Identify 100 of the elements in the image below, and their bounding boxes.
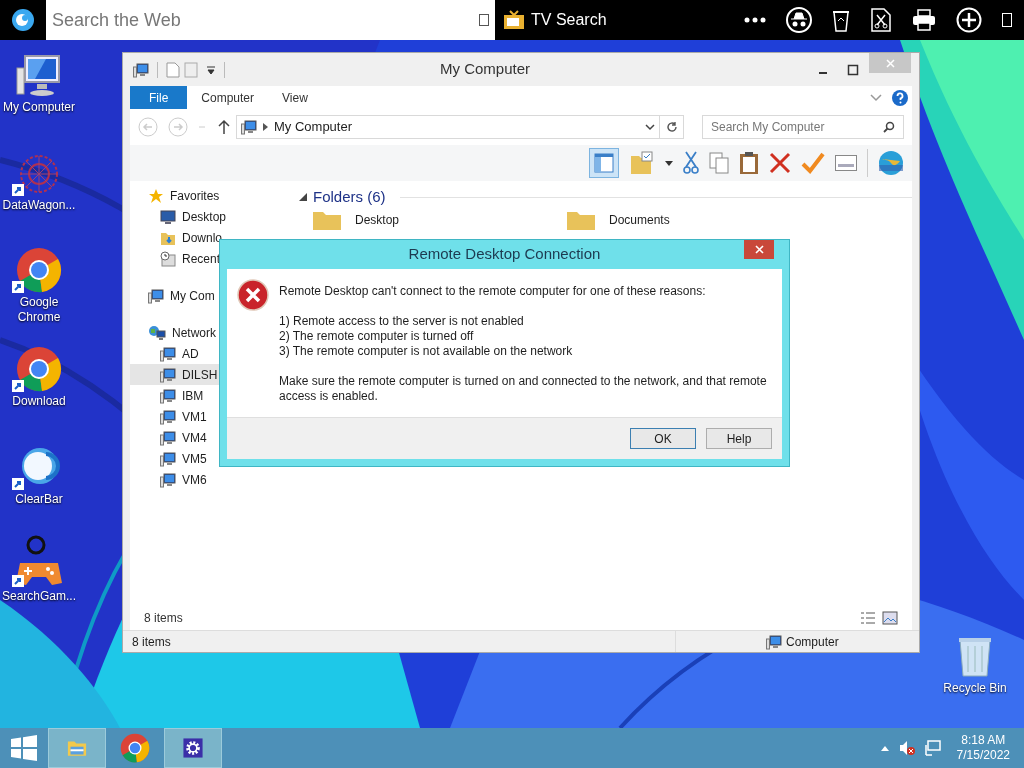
nav-item-label: IBM: [182, 387, 204, 405]
address-bar[interactable]: My Computer: [236, 115, 660, 139]
delete-x-icon[interactable]: [769, 152, 791, 174]
folder-label: Desktop: [355, 212, 400, 229]
close-icon: [754, 245, 764, 254]
nav-group[interactable]: Favorites: [130, 185, 295, 206]
nav-item-label: Downlo: [182, 229, 223, 247]
checkmark-icon[interactable]: [801, 152, 825, 174]
computer-icon: [160, 450, 176, 467]
reason-text: 1) Remote access to the server is not enabled: [279, 314, 525, 329]
folder-item[interactable]: Desktop: [299, 209, 553, 231]
chrome-icon: [120, 733, 150, 763]
item-count: 8 items: [144, 610, 183, 627]
show-hidden-caret-icon[interactable]: [880, 745, 889, 751]
reason-text: 2) The remote computer is turned off: [279, 329, 475, 344]
preview-pane-icon[interactable]: [589, 148, 619, 178]
search-box[interactable]: Search My Computer: [702, 115, 904, 139]
maximize-icon[interactable]: [847, 63, 859, 76]
scissors-icon[interactable]: [683, 151, 699, 175]
desktop-icon-label[interactable]: ClearBar: [15, 492, 63, 507]
folder-icon: [311, 210, 343, 230]
computer-icon: [160, 366, 176, 383]
close-icon: [885, 58, 895, 68]
nav-item-label: VM5: [182, 450, 207, 468]
card-icon[interactable]: [835, 155, 857, 171]
shortcut-arrow-icon: [12, 380, 24, 392]
dropdown-caret-icon[interactable]: [206, 64, 216, 75]
muted-speaker-icon[interactable]: [898, 740, 915, 756]
globe-icon[interactable]: [878, 150, 904, 176]
refresh-icon[interactable]: [665, 121, 678, 133]
add-circle-icon[interactable]: [956, 7, 982, 33]
folder-item[interactable]: Documents: [553, 209, 807, 231]
computer-icon: [160, 429, 176, 446]
recycle-cup-icon[interactable]: [832, 8, 850, 32]
printer-icon[interactable]: [912, 9, 936, 31]
help-icon[interactable]: [892, 89, 908, 106]
folder-icon: [565, 210, 597, 230]
search-field[interactable]: Search My Computer: [711, 118, 883, 136]
nav-item[interactable]: VM6: [130, 469, 295, 490]
nav-group-label: My Com: [170, 287, 215, 305]
more-dots-icon[interactable]: [744, 17, 766, 23]
nav-item-label: DILSH: [182, 366, 218, 384]
copy-icon[interactable]: [709, 152, 729, 174]
chrome-icon: [16, 247, 62, 293]
web-search-field[interactable]: Search the Web: [52, 6, 479, 34]
computer-icon: [241, 119, 257, 135]
nav-item-label: VM1: [182, 408, 207, 426]
taskbar-app[interactable]: [164, 728, 222, 768]
chevron-down-icon[interactable]: [645, 123, 655, 131]
nav-item[interactable]: Desktop: [130, 206, 295, 227]
web-search-box[interactable]: Search the Web: [46, 0, 495, 40]
tv-search-button[interactable]: TV Search: [503, 8, 607, 32]
clock-folder-icon: [160, 250, 176, 267]
shortcut-arrow-icon: [12, 281, 24, 293]
desktop-icon-label[interactable]: SearchGam...: [2, 589, 76, 604]
desktop-icon-label[interactable]: DataWagon...: [2, 198, 76, 213]
desktop-icon-label[interactable]: Google Chrome: [0, 295, 78, 325]
clock-date[interactable]: 7/15/2022: [956, 748, 1010, 763]
error-icon: [237, 279, 269, 311]
computer-icon: [148, 287, 164, 304]
dropdown-caret-icon[interactable]: [665, 160, 673, 166]
desktop-icon-label[interactable]: My Computer: [3, 100, 75, 115]
nav-group-label: Network: [172, 324, 216, 342]
shortcut-arrow-icon: [12, 575, 24, 587]
computer-icon: [160, 345, 176, 362]
desktop-icon-label[interactable]: Recycle Bin: [943, 681, 1007, 696]
nav-item-label: VM6: [182, 471, 207, 489]
gear-icon: [183, 738, 203, 758]
chrome-icon: [16, 346, 62, 392]
swirl-logo-icon[interactable]: [11, 8, 35, 32]
computer-icon: [766, 633, 782, 650]
computer-icon: [160, 471, 176, 488]
nav-item-label: Recent: [182, 250, 221, 268]
web-icon: [17, 152, 61, 196]
nav-item-label: AD: [182, 345, 199, 363]
nav-item-label: Desktop: [182, 208, 227, 226]
search-icon: [883, 121, 895, 133]
folder-check-icon[interactable]: [629, 150, 655, 176]
square-icon: [479, 14, 489, 26]
collapse-triangle-icon[interactable]: [299, 193, 307, 201]
ribbon-tab[interactable]: File: [130, 86, 188, 109]
dialog-button[interactable]: Help: [706, 428, 772, 449]
scissors-page-icon[interactable]: [870, 7, 892, 33]
clock-time[interactable]: 8:18 AM: [961, 733, 1006, 748]
windows-logo-icon[interactable]: [11, 735, 37, 761]
thumbnail-view-icon[interactable]: [882, 611, 898, 625]
dialog-title: Remote Desktop Connection: [407, 244, 602, 265]
dialog-button[interactable]: OK: [630, 428, 696, 449]
incognito-icon[interactable]: [786, 7, 812, 33]
clipboard-icon[interactable]: [739, 151, 759, 175]
ribbon-tab[interactable]: Computer: [187, 86, 269, 109]
square-icon[interactable]: [1002, 13, 1012, 27]
up-arrow-icon[interactable]: [218, 119, 230, 135]
desktop-icon-label[interactable]: Download: [12, 394, 66, 409]
ribbon-tab[interactable]: View: [268, 86, 322, 109]
close-button[interactable]: [744, 240, 774, 259]
nav-item-label: VM4: [182, 429, 207, 447]
window-title: My Computer: [439, 59, 531, 80]
network-icon[interactable]: [924, 740, 941, 756]
computer-icon: [160, 408, 176, 425]
